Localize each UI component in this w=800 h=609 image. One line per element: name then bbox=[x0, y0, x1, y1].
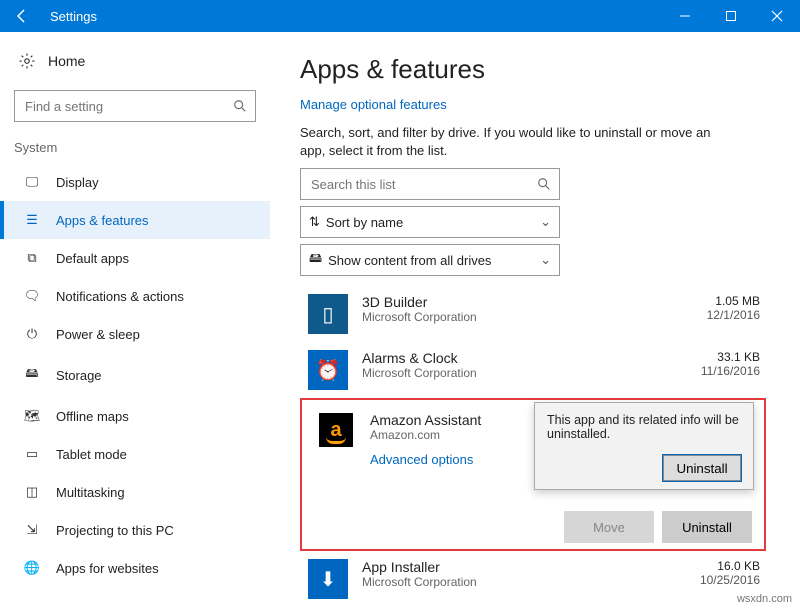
maximize-button[interactable] bbox=[708, 0, 754, 32]
app-size: 16.0 KB bbox=[676, 559, 760, 573]
app-publisher: Microsoft Corporation bbox=[362, 575, 676, 589]
page-heading: Apps & features bbox=[300, 54, 766, 85]
move-button[interactable]: Move bbox=[564, 511, 654, 543]
app-date: 11/16/2016 bbox=[676, 364, 760, 378]
maps-icon: 🗺 bbox=[22, 408, 42, 424]
drive-filter-dropdown[interactable]: 🖴 Show content from all drives ⌄ bbox=[300, 244, 560, 276]
section-label: System bbox=[0, 136, 270, 163]
uninstall-confirm-popup: This app and its related info will be un… bbox=[534, 402, 754, 490]
app-size: 1.05 MB bbox=[676, 294, 760, 308]
confirm-uninstall-button[interactable]: Uninstall bbox=[663, 455, 741, 481]
app-size: 33.1 KB bbox=[676, 350, 760, 364]
sidebar-item-label: Default apps bbox=[56, 251, 129, 266]
power-icon: ⏻ bbox=[22, 326, 42, 342]
sidebar-item-label: Power & sleep bbox=[56, 327, 140, 342]
apps-websites-icon: 🌐 bbox=[22, 560, 42, 576]
default-apps-icon: ⧉ bbox=[22, 250, 42, 266]
sidebar-item-label: Notifications & actions bbox=[56, 289, 184, 304]
sidebar-item-tablet-mode[interactable]: ▭ Tablet mode bbox=[0, 435, 270, 473]
projecting-icon: ⇲ bbox=[22, 522, 42, 538]
app-row[interactable]: ▯ 3D Builder Microsoft Corporation 1.05 … bbox=[300, 286, 766, 342]
app-row-selected[interactable]: a Amazon Assistant Amazon.com Advanced o… bbox=[300, 398, 766, 551]
uninstall-button[interactable]: Uninstall bbox=[662, 511, 752, 543]
app-tile-icon: ⏰ bbox=[308, 350, 348, 390]
manage-optional-features-link[interactable]: Manage optional features bbox=[300, 97, 766, 112]
sidebar-item-storage[interactable]: 🖴 Storage bbox=[0, 353, 270, 397]
app-publisher: Microsoft Corporation bbox=[362, 310, 676, 324]
search-icon bbox=[537, 177, 551, 191]
app-tile-icon: ▯ bbox=[308, 294, 348, 334]
drive-icon: 🖴 bbox=[309, 249, 322, 271]
sidebar-item-label: Display bbox=[56, 175, 99, 190]
app-date: 10/25/2016 bbox=[676, 573, 760, 587]
multitasking-icon: ◫ bbox=[22, 484, 42, 500]
sidebar-item-notifications[interactable]: 🗨 Notifications & actions bbox=[0, 277, 270, 315]
app-name: Alarms & Clock bbox=[362, 350, 676, 366]
window-title: Settings bbox=[44, 9, 97, 24]
tablet-icon: ▭ bbox=[22, 446, 42, 462]
sidebar-item-multitasking[interactable]: ◫ Multitasking bbox=[0, 473, 270, 511]
drive-label: Show content from all drives bbox=[328, 253, 540, 268]
sidebar-item-default-apps[interactable]: ⧉ Default apps bbox=[0, 239, 270, 277]
sidebar-item-display[interactable]: 🖵 Display bbox=[0, 163, 270, 201]
display-icon: 🖵 bbox=[22, 174, 42, 190]
app-row[interactable]: ⏰ Alarms & Clock Microsoft Corporation 3… bbox=[300, 342, 766, 398]
sort-label: Sort by name bbox=[326, 215, 540, 230]
storage-icon: 🖴 bbox=[22, 364, 42, 386]
sidebar-item-power-sleep[interactable]: ⏻ Power & sleep bbox=[0, 315, 270, 353]
sidebar-item-projecting[interactable]: ⇲ Projecting to this PC bbox=[0, 511, 270, 549]
app-name: App Installer bbox=[362, 559, 676, 575]
minimize-button[interactable] bbox=[662, 0, 708, 32]
app-date: 12/1/2016 bbox=[676, 308, 760, 322]
gear-icon bbox=[18, 52, 36, 70]
home-label: Home bbox=[48, 53, 85, 69]
description-text: Search, sort, and filter by drive. If yo… bbox=[300, 124, 720, 160]
back-button[interactable] bbox=[0, 0, 44, 32]
app-publisher: Microsoft Corporation bbox=[362, 366, 676, 380]
notifications-icon: 🗨 bbox=[22, 288, 42, 304]
app-tile-icon: a bbox=[316, 410, 356, 450]
sidebar-item-label: Projecting to this PC bbox=[56, 523, 174, 538]
search-apps-field[interactable] bbox=[309, 176, 537, 193]
chevron-down-icon: ⌄ bbox=[540, 252, 551, 268]
sort-icon: ⇅ bbox=[309, 214, 320, 230]
watermark: wsxdn.com bbox=[737, 593, 792, 605]
confirm-message: This app and its related info will be un… bbox=[547, 413, 741, 441]
sidebar-item-label: Multitasking bbox=[56, 485, 125, 500]
sidebar-item-label: Tablet mode bbox=[56, 447, 127, 462]
app-name: 3D Builder bbox=[362, 294, 676, 310]
sidebar-item-apps-for-websites[interactable]: 🌐 Apps for websites bbox=[0, 549, 270, 587]
find-setting-input[interactable] bbox=[14, 90, 256, 122]
sidebar-item-label: Storage bbox=[56, 368, 102, 383]
app-tile-icon: ⬇ bbox=[308, 559, 348, 599]
home-button[interactable]: Home bbox=[0, 42, 270, 84]
search-icon bbox=[233, 99, 247, 113]
app-row[interactable]: ⬇ App Installer Microsoft Corporation 16… bbox=[300, 551, 766, 607]
sort-dropdown[interactable]: ⇅ Sort by name ⌄ bbox=[300, 206, 560, 238]
search-apps-input[interactable] bbox=[300, 168, 560, 200]
sidebar-item-label: Offline maps bbox=[56, 409, 129, 424]
close-button[interactable] bbox=[754, 0, 800, 32]
sidebar-item-apps-features[interactable]: ☰ Apps & features bbox=[0, 201, 270, 239]
find-setting-field[interactable] bbox=[23, 98, 233, 115]
apps-icon: ☰ bbox=[22, 212, 42, 228]
sidebar-item-label: Apps & features bbox=[56, 213, 149, 228]
sidebar-item-offline-maps[interactable]: 🗺 Offline maps bbox=[0, 397, 270, 435]
sidebar-item-label: Apps for websites bbox=[56, 561, 159, 576]
chevron-down-icon: ⌄ bbox=[540, 214, 551, 230]
